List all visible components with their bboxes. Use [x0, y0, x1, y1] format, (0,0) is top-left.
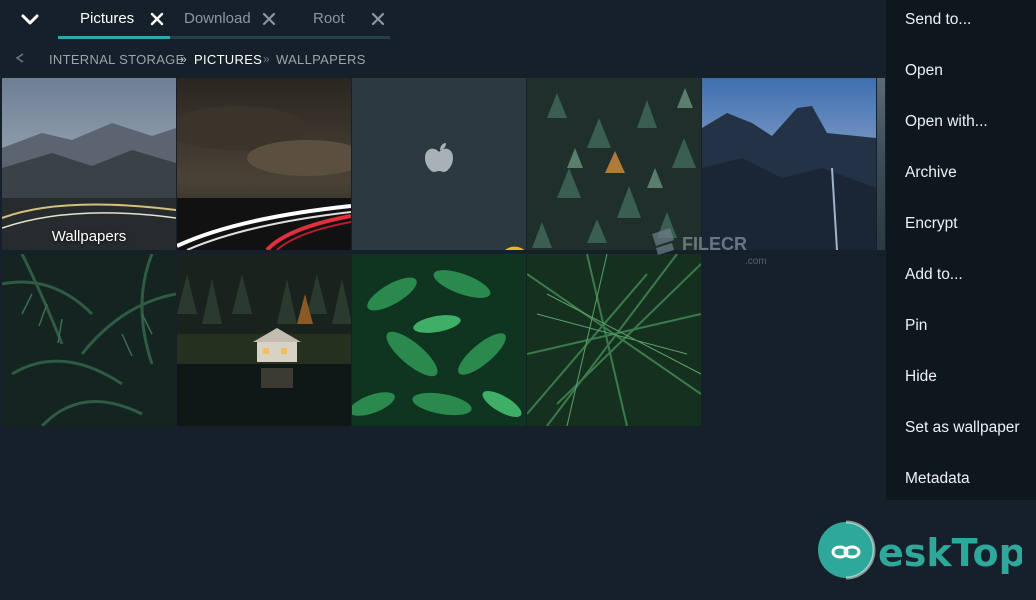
green-leaves-thumbnail — [352, 254, 526, 426]
breadcrumb-wallpapers[interactable]: WALLPAPERS — [276, 52, 366, 67]
image-tile-lake-house[interactable] — [177, 254, 351, 426]
context-menu: Send to... Open Open with... Archive Enc… — [886, 0, 1036, 500]
desktop-watermark-text: eskTop — [878, 531, 1022, 575]
tab-label: Pictures — [80, 10, 135, 27]
menu-item-send-to[interactable]: Send to... — [886, 0, 1036, 51]
menu-item-label: Encrypt — [905, 215, 958, 232]
menu-item-label: Open — [905, 62, 943, 79]
mountains-road-thumbnail — [2, 78, 176, 250]
image-tile-mountain-dusk[interactable] — [702, 78, 876, 250]
image-tile-highway-lights[interactable] — [177, 78, 351, 250]
checkmark-icon — [358, 228, 525, 250]
tab-indicator-track — [58, 36, 390, 39]
palm-leaves-thumbnail — [2, 254, 176, 426]
tab-pictures[interactable]: Pictures — [58, 0, 170, 40]
tab-root[interactable]: Root — [282, 0, 394, 40]
menu-item-open[interactable]: Open — [886, 51, 1036, 102]
menu-item-label: Set as wallpaper — [905, 419, 1020, 436]
image-tile-apple-logo[interactable] — [352, 78, 526, 250]
tab-label: Download — [184, 10, 251, 27]
menu-item-archive[interactable]: Archive — [886, 153, 1036, 204]
tab-download[interactable]: Download — [170, 0, 282, 40]
grass-blades-thumbnail — [527, 254, 701, 426]
menu-item-label: Metadata — [905, 470, 970, 487]
menu-item-open-with[interactable]: Open with... — [886, 102, 1036, 153]
apple-logo-thumbnail — [352, 78, 526, 250]
menu-item-label: Open with... — [905, 113, 988, 130]
lake-house-thumbnail — [177, 254, 351, 426]
chevron-down-icon[interactable] — [18, 8, 42, 32]
menu-item-hide[interactable]: Hide — [886, 357, 1036, 408]
menu-item-label: Send to... — [905, 11, 972, 28]
forest-aerial-thumbnail — [527, 78, 701, 250]
breadcrumb-pictures[interactable]: PICTURES — [194, 52, 262, 67]
close-icon[interactable] — [150, 12, 164, 26]
filecr-watermark-text: FILECR — [682, 234, 747, 254]
desktop-watermark-logo: eskTop — [812, 516, 1026, 586]
folder-label: Wallpapers — [51, 228, 127, 245]
highway-lights-thumbnail — [177, 78, 351, 250]
menu-item-metadata[interactable]: Metadata — [886, 459, 1036, 510]
image-tile-grass-blades[interactable] — [527, 254, 701, 426]
image-tile-forest-aerial[interactable] — [527, 78, 701, 250]
back-arrow-icon[interactable] — [14, 52, 26, 64]
tab-label: Root — [313, 10, 345, 27]
image-tile-mountains-road[interactable]: Wallpapers — [2, 78, 176, 250]
breadcrumb-internal-storage[interactable]: INTERNAL STORAGE — [49, 52, 185, 67]
menu-item-pin[interactable]: Pin — [886, 306, 1036, 357]
menu-item-label: Hide — [905, 368, 937, 385]
image-tile-green-leaves[interactable] — [352, 254, 526, 426]
menu-item-label: Archive — [905, 164, 957, 181]
image-tile-palm-leaves[interactable] — [2, 254, 176, 426]
breadcrumb: INTERNAL STORAGE » PICTURES » WALLPAPERS — [0, 46, 880, 72]
menu-item-encrypt[interactable]: Encrypt — [886, 204, 1036, 255]
breadcrumb-separator: » — [263, 52, 270, 66]
filecr-watermark-logo: FILECR .com — [650, 226, 780, 267]
menu-item-label: Pin — [905, 317, 928, 334]
close-icon[interactable] — [262, 12, 276, 26]
mountain-dusk-thumbnail — [702, 78, 876, 250]
menu-item-add-to[interactable]: Add to... — [886, 255, 1036, 306]
close-icon[interactable] — [371, 12, 385, 26]
tab-bar: Pictures Download Root — [0, 0, 890, 40]
menu-item-label: Add to... — [905, 266, 963, 283]
breadcrumb-separator: » — [180, 52, 187, 66]
filecr-watermark-subtext: .com — [745, 256, 767, 266]
tab-indicator — [58, 36, 170, 39]
next-image-peek — [877, 78, 885, 250]
menu-item-set-as-wallpaper[interactable]: Set as wallpaper — [886, 408, 1036, 459]
